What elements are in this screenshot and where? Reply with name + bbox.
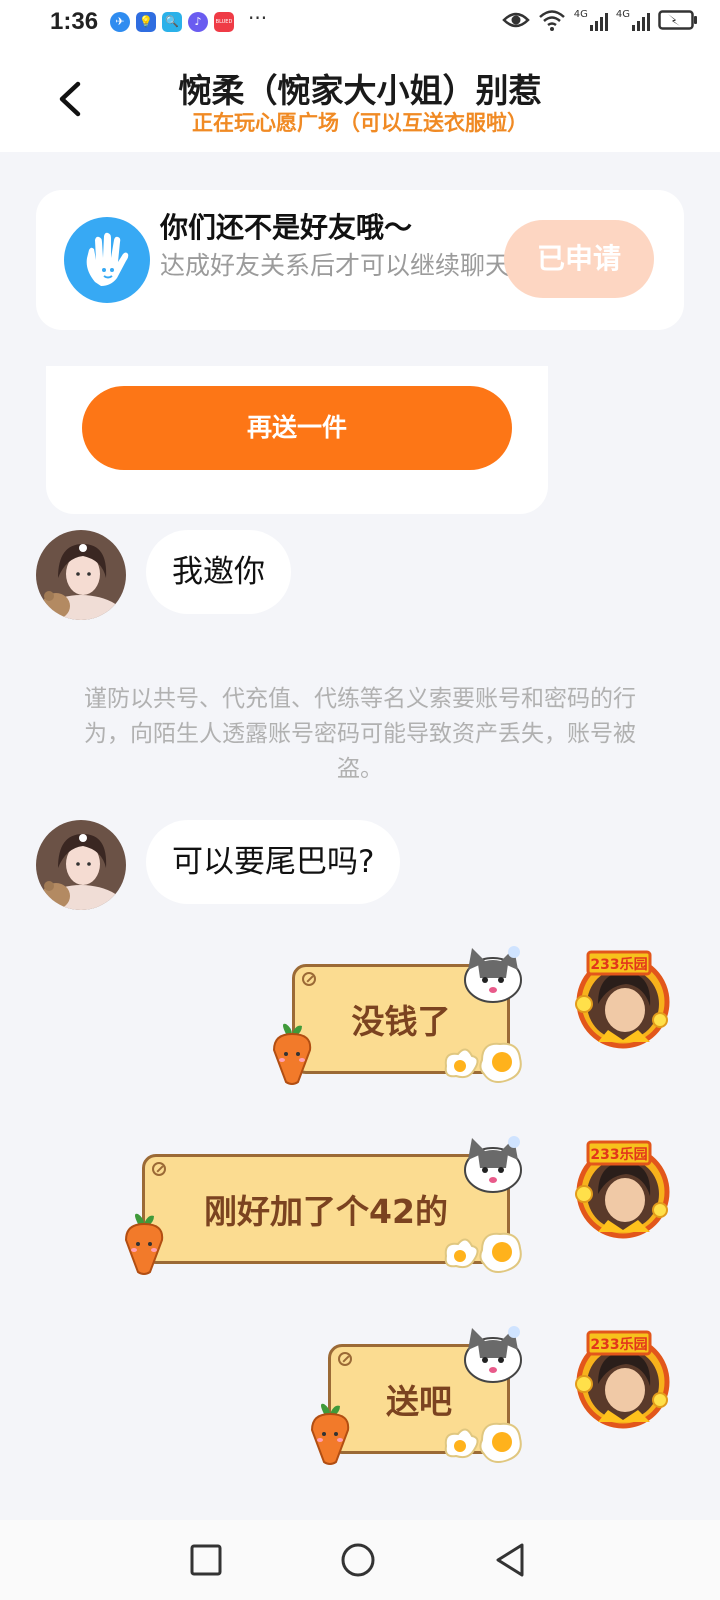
carrot-sticker-icon [124, 1213, 164, 1275]
status-right: 4G 4G [501, 9, 698, 31]
more-notifications-icon: ··· [248, 6, 268, 30]
carrot-sticker-icon [310, 1403, 350, 1465]
message-text: 没钱了 [351, 1002, 451, 1041]
cat-sticker-icon [464, 946, 522, 1003]
app-red-icon: BLUED [214, 12, 234, 32]
system-nav-bar [0, 1520, 720, 1600]
cat-sticker-icon [464, 1326, 522, 1383]
gift-card: 再送一件 [46, 366, 548, 514]
avatar-badge-text: 233乐园 [590, 956, 647, 973]
back-icon [496, 1543, 524, 1577]
signal-bar [594, 21, 598, 31]
chat-title: 惋柔（惋家大小姐）别惹 [178, 71, 542, 110]
resend-gift-button[interactable]: 再送一件 [82, 386, 512, 470]
security-warning: 谨防以共号、代充值、代练等名义索要账号和密码的行为，向陌生人透露账号密码可能导致… [84, 686, 636, 782]
signal-bar [604, 13, 608, 31]
signal-bar [632, 25, 635, 31]
search-app-icon: 🔍 [162, 12, 182, 32]
signal-bar [647, 13, 650, 31]
message-bubble[interactable]: 可以要尾巴吗? [146, 820, 401, 904]
signal-bar [599, 17, 603, 31]
contact-avatar[interactable] [36, 820, 126, 910]
applied-button[interactable]: 已申请 [504, 220, 654, 298]
recent-apps-button[interactable] [186, 1540, 226, 1580]
chat-header: 惋柔（惋家大小姐）别惹 正在玩心愿广场（可以互送衣服啦） [0, 46, 720, 152]
signal-2: 4G [616, 9, 650, 31]
recent-apps-icon [190, 1544, 222, 1576]
status-bar: 1:36 ✈ 💡 🔍 ♪ BLUED ··· 4G 4G [0, 0, 720, 46]
signal-bar [642, 17, 645, 31]
friend-notice-description: 达成好友关系后才可以继续聊天 [160, 251, 511, 280]
music-icon: ♪ [188, 12, 208, 32]
contact-avatar[interactable] [36, 530, 126, 620]
cat-sticker-icon [464, 1136, 522, 1193]
network-1-label: 4G [573, 9, 588, 20]
bulb-icon: 💡 [136, 12, 156, 32]
chat-subtitle: 正在玩心愿广场（可以互送衣服啦） [192, 111, 528, 135]
eye-icon [501, 12, 530, 28]
battery-charging-icon [658, 10, 697, 30]
signal-bar [589, 25, 593, 31]
friend-notice-card: 你们还不是好友哦～ 达成好友关系后才可以继续聊天 已申请 [36, 190, 684, 330]
pin-icon [152, 1162, 166, 1176]
egg-sticker-icon [444, 1042, 522, 1083]
avatar-badge-text: 233乐园 [590, 1336, 647, 1353]
hand-wave-icon [64, 217, 150, 303]
my-avatar[interactable]: 233乐园 [568, 1326, 678, 1436]
my-avatar[interactable]: 233乐园 [568, 1136, 678, 1246]
signal-bar [637, 21, 640, 31]
system-back-button[interactable] [490, 1540, 530, 1580]
message-text: 刚好加了个42的 [204, 1192, 448, 1231]
signal-1: 4G [574, 9, 608, 31]
pin-icon [338, 1352, 352, 1366]
status-time: 1:36 [50, 8, 99, 35]
kakao-icon: ✈ [110, 12, 130, 32]
home-icon [341, 1543, 375, 1577]
message-bubble[interactable]: 我邀你 [146, 530, 291, 614]
wifi-icon [538, 10, 565, 31]
egg-sticker-icon [444, 1422, 522, 1463]
home-button[interactable] [338, 1540, 378, 1580]
egg-sticker-icon [444, 1232, 522, 1273]
friend-notice-title: 你们还不是好友哦～ [160, 211, 413, 244]
pin-icon [302, 972, 316, 986]
my-avatar[interactable]: 233乐园 [568, 946, 678, 1056]
network-2-label: 4G [615, 9, 630, 20]
carrot-sticker-icon [272, 1023, 312, 1085]
avatar-badge-text: 233乐园 [590, 1146, 647, 1163]
